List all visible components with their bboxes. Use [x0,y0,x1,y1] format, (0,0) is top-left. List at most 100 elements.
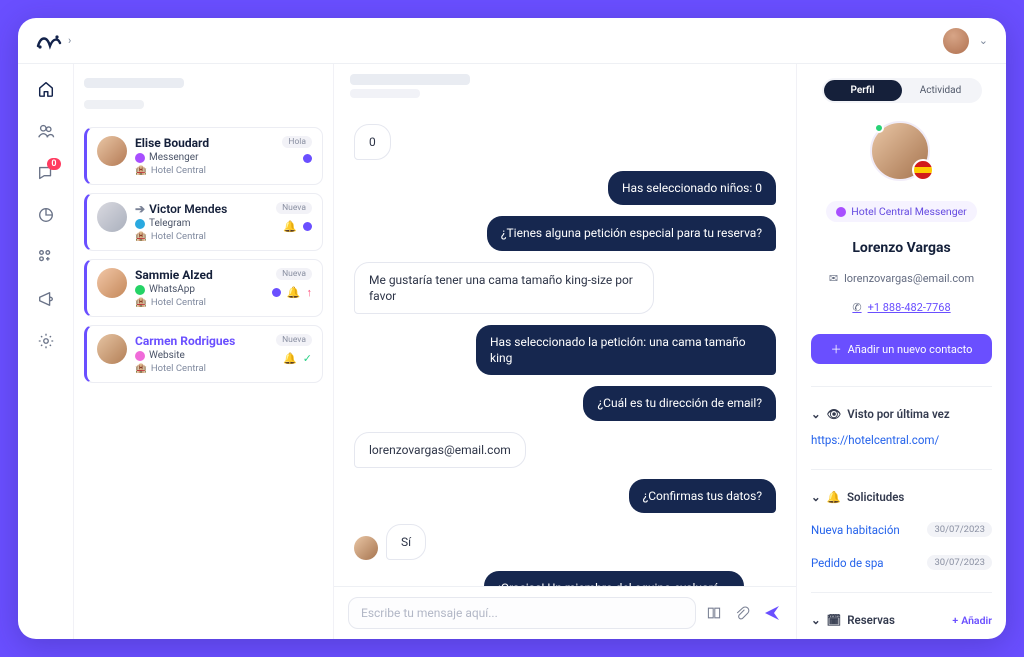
attachment-icon[interactable] [734,605,750,621]
message-bubble-agent: Has seleccionado niños: 0 [608,171,776,205]
chat-title-placeholder [350,74,470,85]
building-icon: 🏨 [135,297,147,308]
phone-icon: ✆ [852,301,861,314]
message-bubble-user: lorenzovargas@email.com [354,432,526,468]
chat-header [334,64,796,108]
unread-dot [303,222,312,231]
channel-label: Messenger [149,152,199,163]
channel-label: Telegram [149,218,191,229]
conversation-card[interactable]: Elise Boudard Messenger 🏨Hotel Central H… [84,127,323,185]
bell-icon[interactable]: 🔔 [283,220,297,233]
conversation-card[interactable]: ➔Victor Mendes Telegram 🏨Hotel Central N… [84,193,323,251]
conversation-list: Elise Boudard Messenger 🏨Hotel Central H… [74,64,334,639]
inbox-icon[interactable]: 0 [35,162,57,184]
contacts-icon[interactable] [35,120,57,142]
unread-dot [303,154,312,163]
conversation-name: Carmen Rodrigues [135,334,268,348]
plus-icon: + [952,614,958,627]
conversation-name: Sammie Alzed [135,268,264,282]
profile-email: lorenzovargas@email.com [844,272,974,285]
templates-icon[interactable] [706,605,722,621]
current-user-avatar[interactable] [943,28,969,54]
bell-icon[interactable]: 🔔 [283,352,297,365]
chevron-down-icon: ⌄ [811,490,821,504]
message-input[interactable] [348,597,696,629]
apps-icon[interactable] [35,246,57,268]
telegram-icon [135,219,145,229]
section-title: Solicitudes [847,490,904,504]
bell-icon[interactable]: 🔔 [287,286,301,299]
conversation-name: Victor Mendes [149,202,227,216]
sidenav: 0 [18,64,74,639]
calendar-icon: 🗓 [827,613,842,627]
section-title: Visto por última vez [847,407,949,421]
conversation-card[interactable]: Sammie Alzed WhatsApp 🏨Hotel Central Nue… [84,259,323,317]
avatar [97,334,127,364]
channel-label: Website [149,350,185,361]
spain-flag-icon [912,159,934,181]
avatar [97,136,127,166]
profile-phone[interactable]: +1 888-482-7768 [868,301,951,314]
last-seen-url[interactable]: https://hotelcentral.com/ [811,433,992,447]
whatsapp-icon [135,285,145,295]
list-header-placeholder [84,78,184,88]
building-icon: 🏨 [135,165,147,176]
profile-tabs: Perfil Actividad [822,78,982,103]
hotel-label: Hotel Central [151,165,206,176]
add-label: Añadir [961,614,992,627]
message-bubble-user: Me gustaría tener una cama tamaño king-s… [354,262,654,314]
avatar [97,202,127,232]
request-date: 30/07/2023 [927,522,992,537]
reply-arrow-icon: ➔ [135,202,145,216]
request-item: Pedido de spa 30/07/2023 [811,555,992,570]
status-tag: Nueva [276,202,312,214]
section-last-seen[interactable]: ⌄ 👁 Visto por última vez [811,407,992,421]
logo-area: › [36,32,71,50]
status-tag: Nueva [276,268,312,280]
status-tag: Nueva [276,334,312,346]
request-label[interactable]: Pedido de spa [811,556,884,570]
messenger-icon [836,207,846,217]
messenger-icon [135,153,145,163]
divider [811,469,992,470]
tab-profile[interactable]: Perfil [824,80,902,101]
inbox-badge: 0 [47,158,60,170]
topbar: › ⌄ [18,18,1006,64]
section-bookings[interactable]: ⌄ 🗓 Reservas +Añadir [811,613,992,627]
divider [811,592,992,593]
request-label[interactable]: Nueva habitación [811,523,900,537]
add-contact-button[interactable]: ＋ Añadir un nuevo contacto [811,334,992,364]
request-date: 30/07/2023 [927,555,992,570]
message-bubble-agent: ¿Confirmas tus datos? [629,479,776,513]
add-booking-button[interactable]: +Añadir [952,614,992,627]
settings-icon[interactable] [35,330,57,352]
channel-label: WhatsApp [149,284,195,295]
section-title: Reservas [847,613,895,627]
presence-dot-icon [874,123,884,133]
message-bubble-user: Sí [386,524,426,560]
send-button[interactable] [762,603,782,623]
request-item: Nueva habitación 30/07/2023 [811,522,992,537]
email-icon: ✉ [829,272,838,285]
priority-arrow-icon: ↑ [307,286,313,299]
profile-avatar [870,121,934,181]
divider [811,386,992,387]
eye-icon: 👁 [827,407,842,421]
website-icon [135,351,145,361]
section-requests[interactable]: ⌄ 🔔 Solicitudes [811,490,992,504]
chevron-right-icon[interactable]: › [68,34,71,47]
analytics-icon[interactable] [35,204,57,226]
message-bubble-user: 0 [354,124,391,160]
unread-dot [272,288,281,297]
broadcast-icon[interactable] [35,288,57,310]
home-icon[interactable] [35,78,57,100]
logo-icon [36,32,62,50]
hotel-label: Hotel Central [151,363,206,374]
tab-activity[interactable]: Actividad [902,80,980,101]
messages: 0 Has seleccionado niños: 0 ¿Tienes algu… [334,108,796,586]
user-menu-chevron-icon[interactable]: ⌄ [979,34,988,47]
chevron-down-icon: ⌄ [811,613,821,627]
channel-pill: Hotel Central Messenger [826,201,976,222]
message-bubble-agent: ¿Cuál es tu dirección de email? [583,386,776,420]
conversation-card[interactable]: Carmen Rodrigues Website 🏨Hotel Central … [84,325,323,383]
